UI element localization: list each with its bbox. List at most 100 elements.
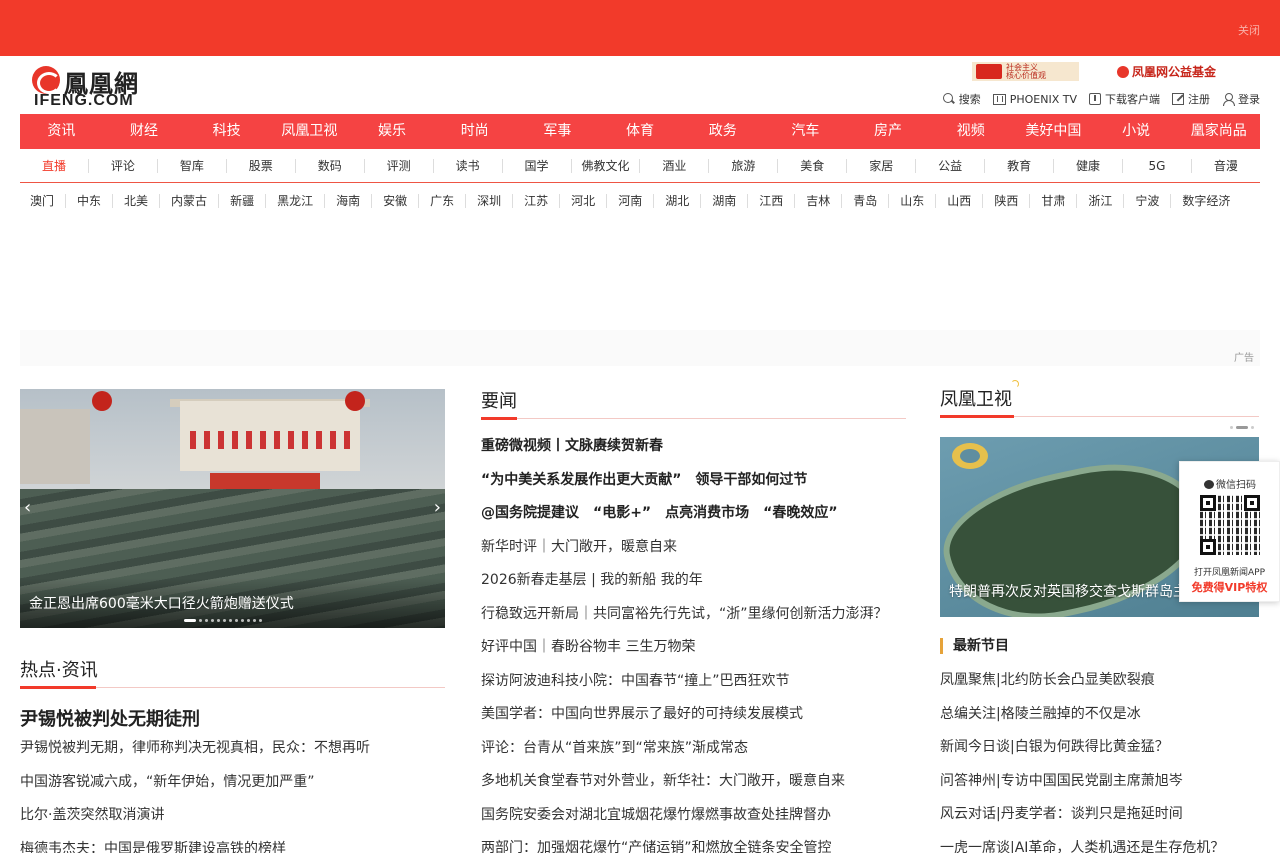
region-nav-item[interactable]: 山东 [889, 194, 937, 208]
main-nav-item[interactable]: 资讯 [20, 114, 103, 149]
carousel-next-icon[interactable]: › [434, 497, 441, 518]
promo-charity[interactable]: 凤凰网公益基金 [1117, 63, 1216, 80]
carousel-caption[interactable]: 金正恩出席600毫米大口径火箭炮赠送仪式 [29, 593, 294, 613]
region-nav-item[interactable]: 甘肃 [1030, 194, 1078, 208]
main-nav-item[interactable]: 凰家尚品 [1177, 114, 1260, 149]
carousel-prev-icon[interactable]: ‹ [24, 497, 31, 518]
list-item[interactable]: 凤凰聚焦|北约防长会凸显美欧裂痕 [940, 670, 1224, 704]
ad-banner[interactable]: 广告 [20, 330, 1260, 366]
main-nav-item[interactable]: 政务 [681, 114, 764, 149]
list-item[interactable]: 新华时评｜大门敞开，暖意自来 [481, 537, 906, 571]
sub-nav-item[interactable]: 股票 [227, 159, 296, 173]
region-nav-item[interactable]: 河南 [607, 194, 655, 208]
region-nav-item[interactable]: 海南 [325, 194, 373, 208]
list-item[interactable]: 探访阿波迪科技小院：中国春节“撞上”巴西狂欢节 [481, 671, 906, 705]
region-nav-item[interactable]: 湖北 [654, 194, 702, 208]
list-item[interactable]: 比尔·盖茨突然取消演讲 [20, 805, 370, 839]
region-nav-item[interactable]: 吉林 [795, 194, 843, 208]
sub-nav-item[interactable]: 5G [1123, 159, 1192, 173]
carousel-dots[interactable] [184, 619, 262, 622]
phoenix-tv-button[interactable]: PHOENIX TV [992, 91, 1077, 107]
sub-nav-item[interactable]: 智库 [158, 159, 227, 173]
list-item[interactable]: 评论：台青从“首来族”到“常来族”渐成常态 [481, 738, 906, 772]
region-nav-item[interactable]: 新疆 [219, 194, 267, 208]
sub-nav-item[interactable]: 美食 [778, 159, 848, 173]
region-nav-item[interactable]: 内蒙古 [160, 194, 220, 208]
list-item[interactable]: 好评中国｜春盼谷物丰 三生万物荣 [481, 637, 906, 671]
sub-nav-item[interactable]: 公益 [916, 159, 986, 173]
region-nav-item[interactable]: 黑龙江 [266, 194, 326, 208]
sub-nav-item[interactable]: 评测 [365, 159, 434, 173]
main-nav-item[interactable]: 财经 [103, 114, 186, 149]
region-nav-item[interactable]: 浙江 [1077, 194, 1125, 208]
region-nav-item[interactable]: 深圳 [466, 194, 514, 208]
region-nav-item[interactable]: 山西 [936, 194, 984, 208]
list-item[interactable]: 尹锡悦被判无期，律师称判决无视真相，民众：不想再听 [20, 738, 370, 772]
main-nav-item[interactable]: 军事 [516, 114, 599, 149]
main-nav-item[interactable]: 凤凰卫视 [268, 114, 351, 149]
sub-nav-item[interactable]: 直播 [20, 159, 89, 173]
main-nav-item[interactable]: 体育 [599, 114, 682, 149]
sub-nav-item[interactable]: 健康 [1054, 159, 1123, 173]
region-nav-item[interactable]: 北美 [113, 194, 161, 208]
region-nav-item[interactable]: 澳门 [30, 194, 67, 208]
region-nav-item[interactable]: 广东 [419, 194, 467, 208]
list-item[interactable]: 行稳致远开新局｜共同富裕先行先试，“浙”里缘何创新活力澎湃？ [481, 604, 906, 638]
tv-carousel-dots[interactable] [1230, 426, 1254, 429]
tv-caption[interactable]: 特朗普再次反对英国移交查戈斯群岛主权 [949, 581, 1201, 601]
sub-nav-item[interactable]: 评论 [89, 159, 158, 173]
app-qr-float[interactable]: 微信扫码 打开凤凰新闻APP 免费得VIP特权 [1179, 461, 1280, 602]
list-item[interactable]: 梅德韦杰夫：中国是俄罗斯建设高铁的榜样 [20, 839, 370, 853]
list-item[interactable]: 2026新春走基层 | 我的新船 我的年 [481, 570, 906, 604]
news-carousel[interactable]: 金正恩出席600毫米大口径火箭炮赠送仪式 ‹ › [20, 389, 445, 628]
main-nav-item[interactable]: 房产 [847, 114, 930, 149]
main-nav-item[interactable]: 视频 [929, 114, 1012, 149]
region-nav-item[interactable]: 江苏 [513, 194, 561, 208]
list-item[interactable]: @国务院提建议 “电影+” 点亮消费市场 “春晚效应” [481, 503, 906, 537]
sub-nav-item[interactable]: 音漫 [1192, 159, 1260, 173]
main-nav-item[interactable]: 汽车 [764, 114, 847, 149]
list-item[interactable]: 问答神州|专访中国国民党副主席萧旭岑 [940, 771, 1224, 805]
register-button[interactable]: 注册 [1172, 91, 1210, 107]
list-item[interactable]: 两部门：加强烟花爆竹“产储运销”和燃放全链条安全管控 [481, 838, 906, 853]
list-item[interactable]: 中国游客锐减六成，“新年伊始，情况更加严重” [20, 772, 370, 806]
region-nav-item[interactable]: 青岛 [842, 194, 890, 208]
sub-nav-item[interactable]: 教育 [985, 159, 1055, 173]
sub-nav-item[interactable]: 数码 [296, 159, 365, 173]
sub-nav-item[interactable]: 佛教文化 [572, 159, 641, 173]
main-nav-item[interactable]: 娱乐 [351, 114, 434, 149]
main-nav-item[interactable]: 科技 [185, 114, 268, 149]
region-nav-item[interactable]: 中东 [66, 194, 114, 208]
main-nav-item[interactable]: 时尚 [433, 114, 516, 149]
sub-nav-item[interactable]: 国学 [503, 159, 572, 173]
banner-close-button[interactable]: 关闭 [1238, 22, 1260, 38]
hot-headline[interactable]: 尹锡悦被判处无期徒刑 [20, 705, 200, 731]
list-item[interactable]: 新闻今日谈|白银为何跌得比黄金猛？ [940, 737, 1224, 771]
main-nav-item[interactable]: 美好中国 [1012, 114, 1095, 149]
region-nav-item[interactable]: 数字经济 [1171, 194, 1241, 208]
login-button[interactable]: 登录 [1222, 91, 1260, 107]
list-item[interactable]: 多地机关食堂春节对外营业，新华社：大门敞开，暖意自来 [481, 771, 906, 805]
list-item[interactable]: 美国学者：中国向世界展示了最好的可持续发展模式 [481, 704, 906, 738]
download-button[interactable]: 下载客户端 [1089, 91, 1160, 107]
list-item[interactable]: 风云对话|丹麦学者：谈判只是拖延时间 [940, 804, 1224, 838]
sub-nav-item[interactable]: 读书 [434, 159, 503, 173]
search-button[interactable]: 搜索 [942, 91, 981, 107]
region-nav-item[interactable]: 宁波 [1124, 194, 1172, 208]
promo-core-values[interactable]: 社会主义 核心价值观 [972, 62, 1079, 81]
region-nav-item[interactable]: 湖南 [701, 194, 749, 208]
sub-nav-item[interactable]: 酒业 [640, 159, 710, 173]
sub-nav-item[interactable]: 旅游 [709, 159, 779, 173]
region-nav-item[interactable]: 江西 [748, 194, 796, 208]
list-item[interactable]: 重磅微视频丨文脉赓续贺新春 [481, 436, 906, 470]
region-nav-item[interactable]: 陕西 [983, 194, 1031, 208]
list-item[interactable]: “为中美关系发展作出更大贡献” 领导干部如何过节 [481, 470, 906, 504]
site-logo[interactable]: 鳳凰網 IFENG.COM [32, 64, 162, 110]
list-item[interactable]: 国务院安委会对湖北宜城烟花爆竹爆燃事故查处挂牌督办 [481, 805, 906, 839]
sub-nav-item[interactable]: 家居 [847, 159, 917, 173]
list-item[interactable]: 一虎一席谈|AI革命，人类机遇还是生存危机？ [940, 838, 1224, 853]
region-nav-item[interactable]: 安徽 [372, 194, 420, 208]
list-item[interactable]: 总编关注|格陵兰融掉的不仅是冰 [940, 704, 1224, 738]
region-nav-item[interactable]: 河北 [560, 194, 608, 208]
main-nav-item[interactable]: 小说 [1095, 114, 1178, 149]
